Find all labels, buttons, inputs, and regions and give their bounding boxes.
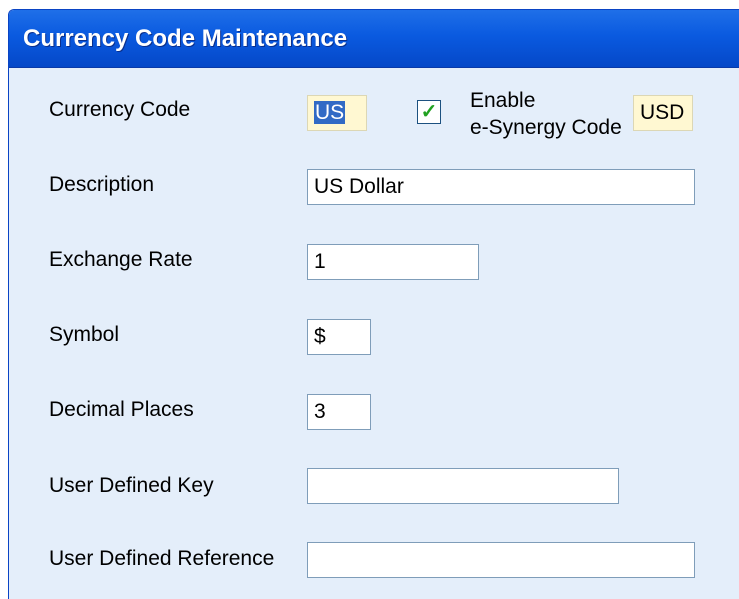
- enable-esynergy-label-line2: e-Synergy Code: [470, 116, 622, 139]
- currency-code-value: US: [314, 101, 346, 124]
- currency-code-maintenance-window: Currency Code Maintenance Currency Code …: [8, 9, 739, 599]
- symbol-field[interactable]: $: [307, 319, 371, 355]
- esynergy-code-field[interactable]: USD: [633, 95, 693, 131]
- symbol-label: Symbol: [49, 323, 120, 346]
- description-field[interactable]: US Dollar: [307, 169, 695, 205]
- user-defined-key-field[interactable]: [307, 468, 619, 504]
- currency-code-field[interactable]: US: [307, 95, 367, 131]
- enable-esynergy-label-line1: Enable: [470, 89, 536, 112]
- decimal-places-label: Decimal Places: [49, 398, 194, 421]
- window-title: Currency Code Maintenance: [9, 10, 739, 68]
- user-defined-reference-field[interactable]: [307, 542, 695, 578]
- description-label: Description: [49, 173, 155, 196]
- decimal-places-field[interactable]: 3: [307, 394, 371, 430]
- enable-esynergy-checkbox[interactable]: ✓: [417, 100, 441, 124]
- exchange-rate-label: Exchange Rate: [49, 248, 193, 271]
- user-defined-key-label: User Defined Key: [49, 474, 214, 497]
- check-mark-icon: ✓: [420, 101, 438, 123]
- exchange-rate-field[interactable]: 1: [307, 244, 479, 280]
- currency-code-label: Currency Code: [49, 98, 191, 121]
- user-defined-reference-label: User Defined Reference: [49, 547, 275, 570]
